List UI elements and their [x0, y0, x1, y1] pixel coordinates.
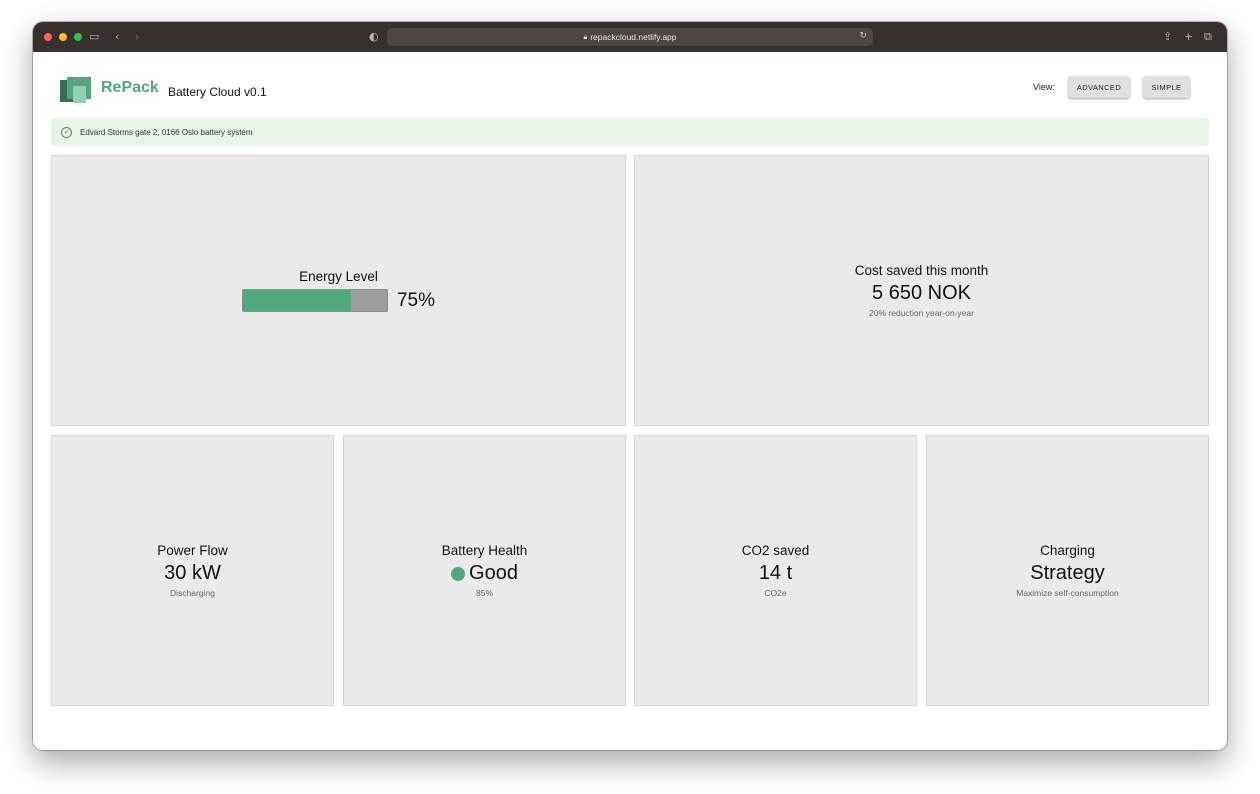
energy-level-bar [241, 289, 388, 312]
app-title: Battery Cloud v0.1 [168, 85, 267, 99]
check-circle-icon: ✓ [61, 126, 72, 138]
browser-window: ▭ ‹ › ◐ 🔒︎ repackcloud.netlify.app ↻ ⇪ +… [33, 22, 1227, 750]
charging-title: Charging [1040, 543, 1095, 558]
forward-icon[interactable]: › [135, 30, 139, 44]
cost-saved-value: 5 650 NOK [872, 282, 971, 304]
power-flow-title: Power Flow [157, 543, 228, 558]
brand-name: RePack [101, 79, 159, 96]
browser-titlebar: ▭ ‹ › ◐ 🔒︎ repackcloud.netlify.app ↻ ⇪ +… [33, 22, 1227, 52]
cost-saved-title: Cost saved this month [854, 263, 989, 278]
co2-saved-card: CO2 saved 14 t CO2e [634, 435, 917, 706]
energy-level-card: Energy Level 75% [51, 155, 626, 426]
battery-health-sub: 85% [475, 588, 493, 598]
new-tab-icon[interactable]: + [1184, 30, 1193, 44]
energy-level-title: Energy Level [299, 269, 378, 284]
reload-icon[interactable]: ↻ [859, 31, 867, 41]
advanced-view-button[interactable]: ADVANCED [1068, 76, 1130, 98]
power-flow-card: Power Flow 30 kW Discharging [51, 435, 334, 706]
energy-level-fill [242, 290, 351, 311]
close-window-button[interactable] [44, 33, 52, 41]
back-icon[interactable]: ‹ [115, 30, 119, 44]
charging-card: Charging Strategy Maximize self-consumpt… [926, 435, 1209, 706]
charging-sub: Maximize self-consumption [1016, 588, 1119, 598]
charging-value: Strategy [1030, 562, 1105, 584]
url-text: repackcloud.netlify.app [590, 32, 677, 42]
battery-health-card: Battery Health Good 85% [343, 435, 626, 706]
sidebar-icon[interactable]: ▭ [89, 30, 99, 44]
maximize-window-button[interactable] [74, 33, 82, 41]
battery-health-value: Good [469, 562, 518, 584]
address-bar[interactable]: 🔒︎ repackcloud.netlify.app ↻ [387, 28, 873, 46]
power-flow-value: 30 kW [164, 562, 221, 584]
window-controls [44, 33, 82, 41]
lock-icon: 🔒︎ [583, 32, 588, 41]
view-label: View: [1033, 82, 1055, 92]
energy-level-value: 75% [396, 289, 436, 311]
tabs-icon[interactable]: ⧉ [1204, 30, 1212, 44]
battery-health-row: Good [451, 562, 518, 585]
page-content: RePack Battery Cloud v0.1 View: ADVANCED… [33, 52, 1227, 750]
co2-saved-value: 14 t [758, 562, 793, 584]
alert-message: Edvard Storms gate 2, 0166 Oslo battery … [80, 127, 253, 137]
cost-saved-card: Cost saved this month 5 650 NOK 20% redu… [634, 155, 1209, 426]
co2-saved-sub: CO2e [764, 588, 787, 598]
health-status-icon [451, 566, 466, 581]
share-icon[interactable]: ⇪ [1163, 30, 1172, 44]
cost-saved-sub: 20% reduction year-on-year [869, 308, 974, 318]
system-alert: ✓ Edvard Storms gate 2, 0166 Oslo batter… [51, 118, 1209, 146]
simple-view-button[interactable]: SIMPLE [1143, 76, 1190, 98]
repack-logo [60, 77, 94, 105]
power-flow-sub: Discharging [170, 588, 215, 598]
co2-saved-title: CO2 saved [741, 543, 810, 558]
energy-level-row: 75% [241, 289, 436, 312]
shield-icon[interactable]: ◐ [369, 30, 379, 44]
minimize-window-button[interactable] [59, 33, 67, 41]
battery-health-title: Battery Health [441, 543, 528, 558]
